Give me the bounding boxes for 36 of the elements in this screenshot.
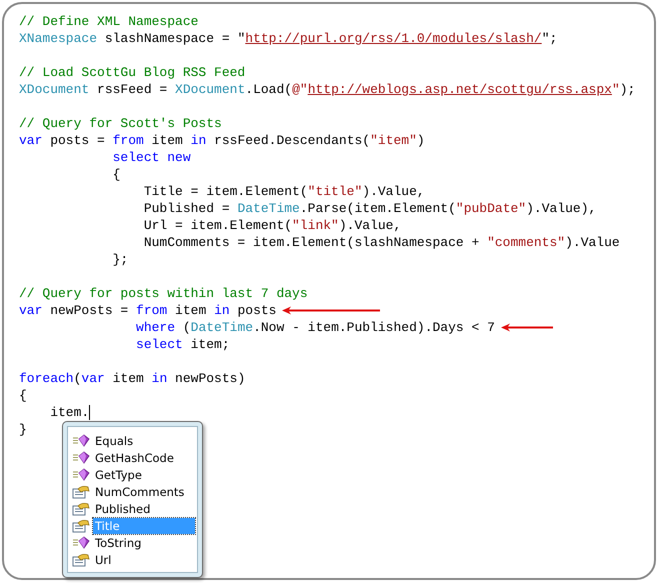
code-line: { (19, 387, 27, 404)
completion-item[interactable]: ToString (70, 534, 195, 551)
code-line: { (112, 166, 120, 183)
completion-item[interactable]: NumComments (70, 483, 195, 500)
code-line: var newPosts = from item in posts (19, 302, 276, 319)
code-line: NumComments = item.Element(slashNamespace + "comments").Value (142, 234, 620, 251)
property-icon (72, 518, 90, 532)
completion-item[interactable]: Published (70, 500, 195, 517)
method-icon (72, 468, 90, 481)
property-icon (72, 484, 90, 498)
code-comment: // Query for Scott's Posts (19, 115, 222, 132)
completion-item[interactable]: GetHashCode (70, 449, 195, 466)
code-line: where (DateTime.Now - item.Published).Days < 7 (135, 319, 495, 336)
code-line: Title = item.Element("title").Value, (142, 183, 425, 200)
completion-item[interactable]: GetType (70, 466, 195, 483)
method-icon (72, 536, 90, 549)
property-icon (72, 502, 90, 516)
code-line: } (19, 421, 27, 438)
method-icon (72, 451, 90, 464)
code-comment: // Query for posts within last 7 days (19, 285, 308, 302)
completion-item[interactable]: Url (70, 551, 195, 568)
completion-item[interactable]: Equals (70, 432, 195, 449)
code-line: Published = DateTime.Parse(item.Element("pubDate").Value), (142, 200, 596, 217)
property-icon (72, 552, 90, 566)
code-line: item. (49, 404, 90, 421)
code-line: foreach(var item in newPosts) (19, 370, 246, 387)
method-icon (72, 434, 90, 447)
code-line: var posts = from item in rssFeed.Descendants("item") (19, 132, 425, 149)
code-line: select new (112, 149, 191, 166)
code-line: XDocument rssFeed = XDocument.Load(@"http://weblogs.asp.net/scottgu/rss.aspx"); (19, 81, 636, 98)
code-line: }; (112, 251, 128, 268)
code-line: Url = item.Element("link").Value, (142, 217, 402, 234)
code-comment: // Define XML Namespace (19, 13, 198, 30)
code-comment: // Load ScottGu Blog RSS Feed (19, 64, 246, 81)
code-line: select item; (135, 336, 230, 353)
code-line: XNamespace slashNamespace = "http://purl.org/rss/1.0/modules/slash/"; (19, 30, 558, 47)
